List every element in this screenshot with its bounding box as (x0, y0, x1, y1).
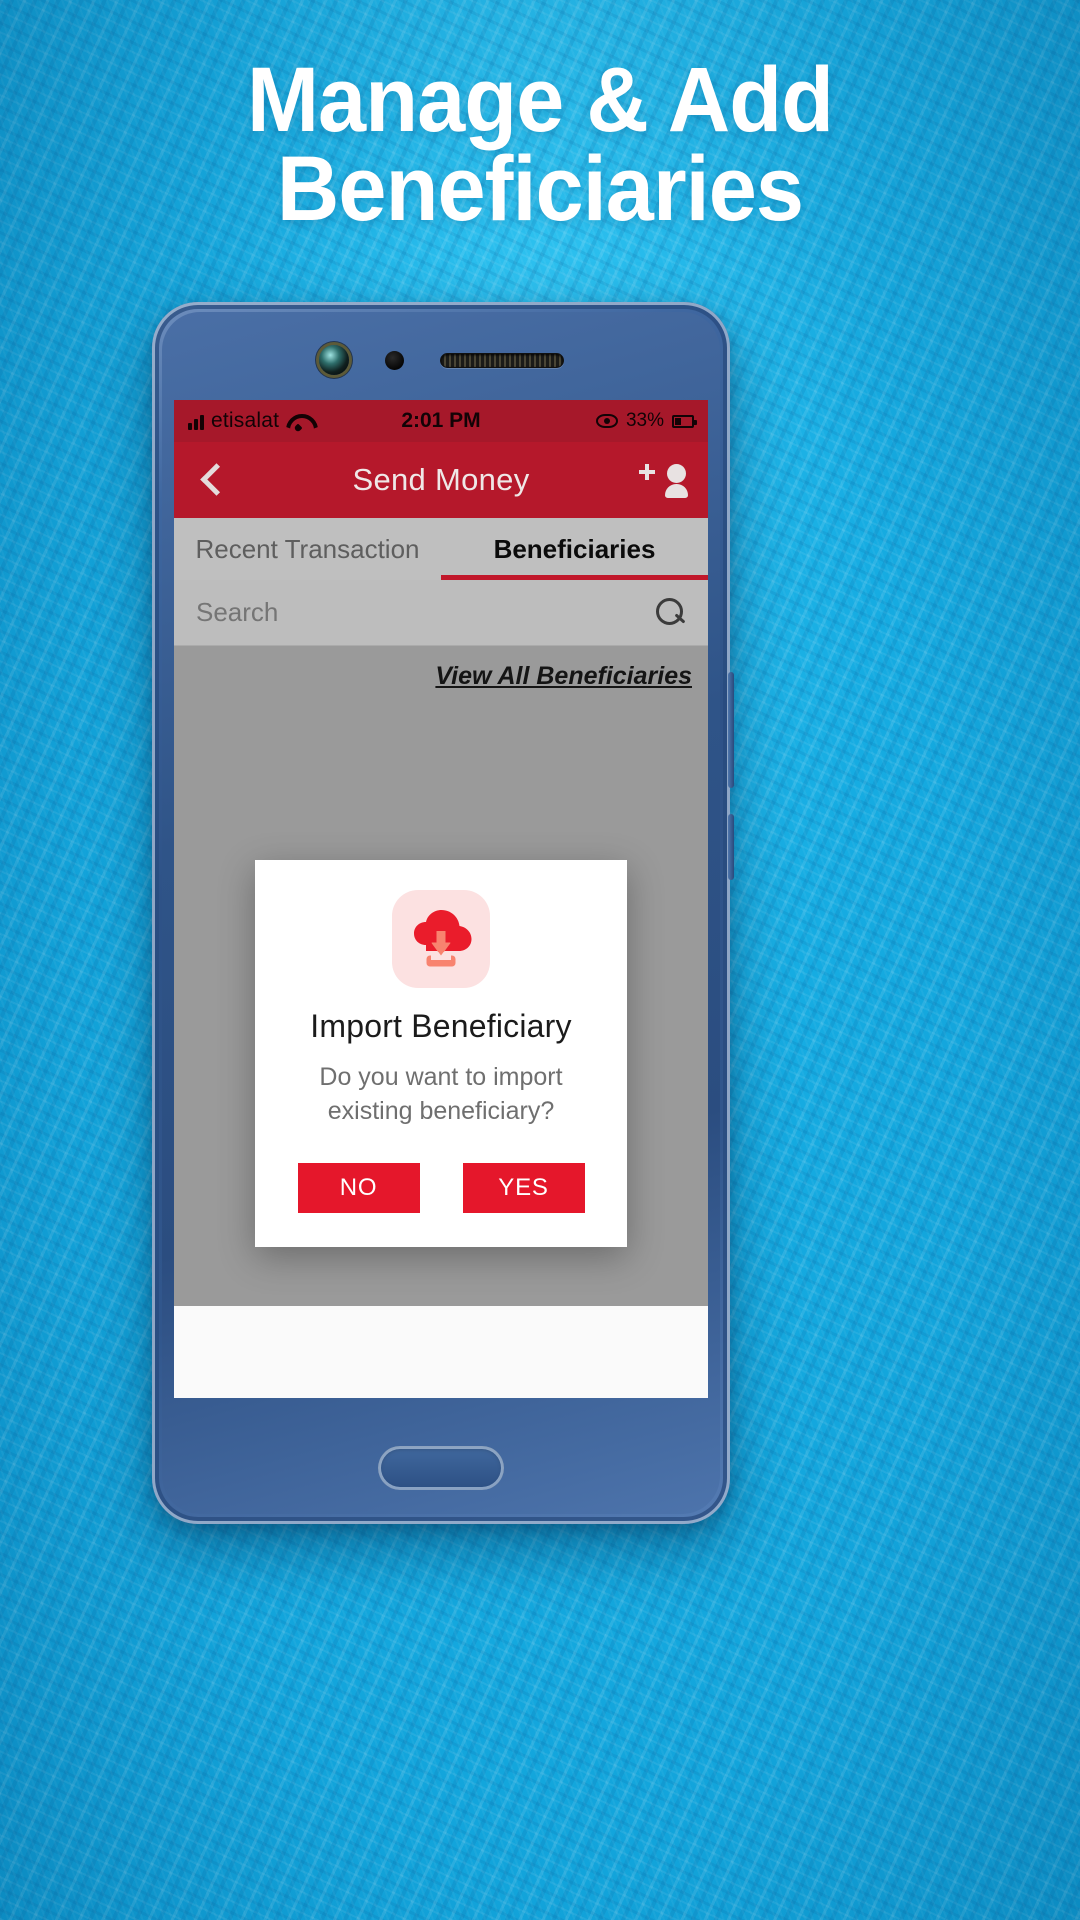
dialog-actions: NO YES (281, 1162, 601, 1213)
phone-body: etisalat 2:01 PM 33% Send Money Recent T… (162, 312, 720, 1514)
front-camera-icon (318, 345, 349, 375)
wifi-icon (286, 413, 310, 430)
import-beneficiary-dialog: Import Beneficiary Do you want to import… (255, 860, 627, 1247)
tab-beneficiaries[interactable]: Beneficiaries (441, 518, 708, 580)
phone-screen: etisalat 2:01 PM 33% Send Money Recent T… (174, 400, 708, 1398)
yes-button[interactable]: YES (462, 1162, 585, 1213)
no-button[interactable]: NO (297, 1162, 420, 1213)
battery-percent-label: 33% (625, 410, 664, 431)
carrier-label: etisalat (211, 409, 280, 432)
page-title: Send Money (352, 462, 530, 497)
headline-line-1: Manage & Add (246, 49, 834, 151)
tab-recent-transaction[interactable]: Recent Transaction (174, 518, 441, 580)
headline-line-2: Beneficiaries (276, 138, 804, 241)
search-bar (174, 580, 708, 646)
status-bar-right: 33% (595, 410, 697, 432)
earpiece-speaker (439, 352, 564, 368)
promo-headline: Manage & Add Beneficiaries (32, 49, 1047, 241)
dialog-icon-wrap (281, 890, 601, 988)
dialog-message: Do you want to import existing beneficia… (319, 1063, 563, 1125)
volume-button[interactable] (728, 672, 734, 788)
home-button[interactable] (378, 1446, 504, 1490)
signal-bars-icon (188, 413, 204, 430)
tab-bar: Recent Transaction Beneficiaries (174, 518, 708, 580)
phone-top-hardware (162, 334, 720, 386)
app-bar: Send Money (174, 442, 708, 518)
proximity-sensor-icon (384, 350, 404, 370)
status-bar: etisalat 2:01 PM 33% (174, 400, 708, 442)
add-person-icon[interactable] (638, 460, 688, 500)
beneficiaries-panel: View All Beneficiaries Import Beneficiar… (174, 646, 708, 1398)
cloud-download-icon (392, 890, 490, 988)
dialog-title: Import Beneficiary (310, 1008, 572, 1044)
phone-device: etisalat 2:01 PM 33% Send Money Recent T… (152, 302, 734, 1524)
battery-icon (672, 414, 697, 428)
eye-icon (595, 414, 618, 428)
search-icon[interactable] (656, 597, 686, 628)
back-chevron-icon[interactable] (194, 463, 228, 497)
bottom-white-area (174, 1306, 708, 1398)
power-button[interactable] (728, 814, 734, 880)
status-bar-left: etisalat (188, 409, 310, 433)
search-input[interactable] (196, 597, 656, 628)
